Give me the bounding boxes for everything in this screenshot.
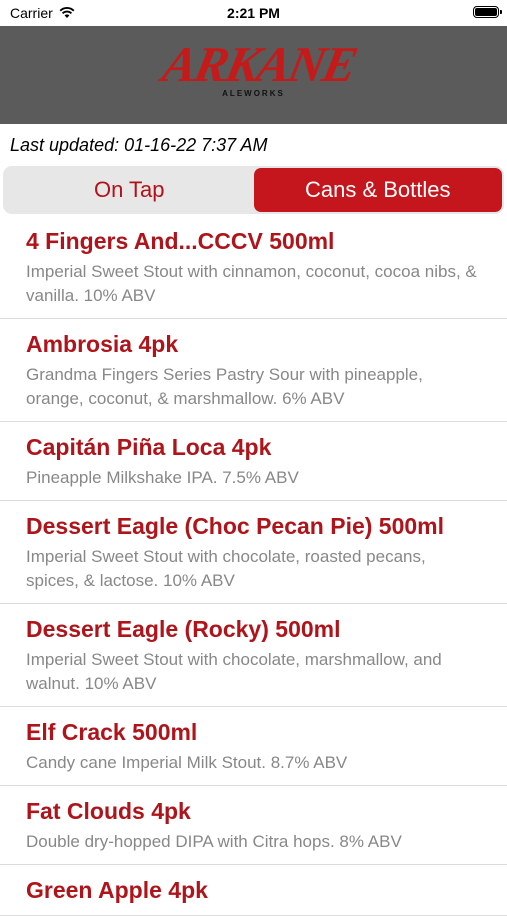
logo-subtext: ALEWORKS [222,89,285,98]
item-description: Double dry-hopped DIPA with Citra hops. … [26,832,402,851]
status-bar: Carrier 2:21 PM [0,0,507,26]
item-title: Green Apple 4pk [26,877,208,903]
status-time: 2:21 PM [227,5,280,21]
list-item[interactable]: Capitán Piña Loca 4pk Pineapple Milkshak… [0,422,507,501]
item-title: Dessert Eagle (Rocky) 500ml [26,616,341,642]
item-title: 4 Fingers And...CCCV 500ml [26,228,335,254]
item-description: Imperial Sweet Stout with chocolate, mar… [26,650,442,693]
item-description: Pineapple Milkshake IPA. 7.5% ABV [26,468,299,487]
item-description: Grandma Fingers Series Pastry Sour with … [26,365,423,408]
item-title: Capitán Piña Loca 4pk [26,434,272,460]
list-item[interactable]: 4 Fingers And...CCCV 500ml Imperial Swee… [0,216,507,319]
item-title: Fat Clouds 4pk [26,798,191,824]
last-updated-label: Last updated: 01-16-22 7:37 AM [10,135,268,155]
list-item[interactable]: Green Apple 4pk [0,865,507,916]
beer-list: 4 Fingers And...CCCV 500ml Imperial Swee… [0,216,507,916]
list-item[interactable]: Elf Crack 500ml Candy cane Imperial Milk… [0,707,507,786]
segment-on-tap[interactable]: On Tap [5,168,254,212]
item-description: Candy cane Imperial Milk Stout. 8.7% ABV [26,753,348,772]
list-item[interactable]: Ambrosia 4pk Grandma Fingers Series Past… [0,319,507,422]
brewery-logo: ARKANE ALEWORKS [158,29,361,121]
item-title: Ambrosia 4pk [26,331,179,357]
segmented-control: On Tap Cans & Bottles [3,166,504,214]
item-title: Elf Crack 500ml [26,719,198,745]
logo-text: ARKANE [157,36,361,92]
item-title: Dessert Eagle (Choc Pecan Pie) 500ml [26,513,445,539]
item-description: Imperial Sweet Stout with cinnamon, coco… [26,262,477,305]
list-item[interactable]: Dessert Eagle (Choc Pecan Pie) 500ml Imp… [0,501,507,604]
item-description: Imperial Sweet Stout with chocolate, roa… [26,547,426,590]
list-item[interactable]: Dessert Eagle (Rocky) 500ml Imperial Swe… [0,604,507,707]
segment-cans-bottles[interactable]: Cans & Bottles [253,168,502,212]
list-item[interactable]: Fat Clouds 4pk Double dry-hopped DIPA wi… [0,786,507,865]
app-header: ARKANE ALEWORKS [0,26,507,124]
battery-icon [473,6,502,18]
